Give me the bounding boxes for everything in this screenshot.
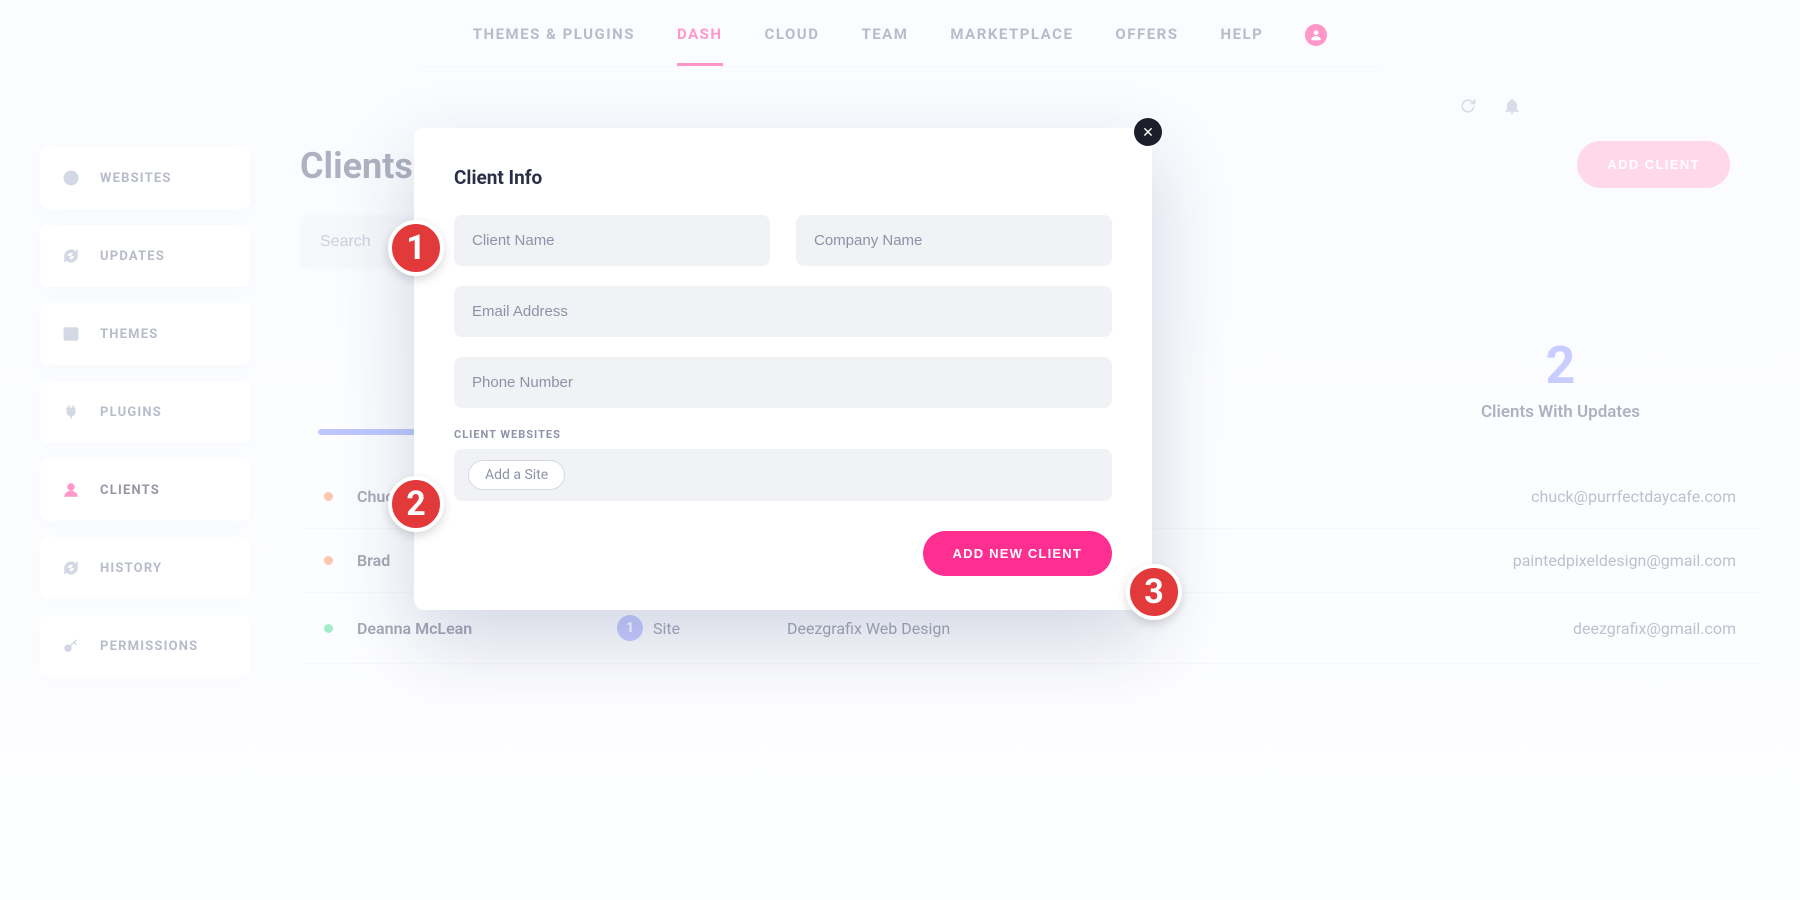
status-dot — [324, 492, 333, 501]
sidebar-item-label: UPDATES — [100, 249, 165, 264]
annotation-1: 1 — [388, 220, 444, 276]
sidebar-item-clients[interactable]: CLIENTS — [40, 459, 250, 521]
key-icon — [62, 637, 80, 655]
sidebar-item-permissions[interactable]: PERMISSIONS — [40, 615, 250, 677]
refresh-icon — [62, 247, 80, 265]
refresh-icon — [62, 559, 80, 577]
nav-marketplace[interactable]: MARKETPLACE — [950, 25, 1073, 66]
close-icon[interactable]: ✕ — [1134, 118, 1162, 146]
client-info-modal: ✕ Client Info CLIENT WEBSITES Add a Site… — [414, 128, 1152, 610]
nav-cloud[interactable]: CLOUD — [765, 25, 820, 66]
sidebar-item-websites[interactable]: WEBSITES — [40, 147, 250, 209]
client-company: Deezgrafix Web Design — [787, 619, 1127, 638]
nav-themes-plugins[interactable]: THEMES & PLUGINS — [473, 25, 635, 66]
sidebar-item-label: CLIENTS — [100, 483, 160, 498]
nav-team[interactable]: TEAM — [861, 25, 908, 66]
sidebar: WEBSITES UPDATES THEMES PLUGINS CLIENTS … — [40, 147, 250, 677]
window-icon — [62, 325, 80, 343]
sidebar-item-label: PERMISSIONS — [100, 639, 198, 654]
add-client-button[interactable]: ADD CLIENT — [1577, 141, 1730, 188]
sites-label: Site — [653, 619, 680, 638]
nav-help[interactable]: HELP — [1220, 25, 1263, 66]
client-email: deezgrafix@gmail.com — [1127, 619, 1736, 638]
nav-offers[interactable]: OFFERS — [1115, 25, 1178, 66]
stat-label: Clients With Updates — [1481, 402, 1640, 422]
add-site-button[interactable]: Add a Site — [468, 460, 565, 490]
sidebar-item-label: PLUGINS — [100, 405, 162, 420]
sidebar-item-label: WEBSITES — [100, 171, 172, 186]
header-icons — [1458, 96, 1522, 120]
sidebar-item-label: HISTORY — [100, 561, 162, 576]
sites-count-badge: 1 — [617, 615, 643, 641]
client-name-field[interactable] — [454, 215, 770, 266]
client-websites-label: CLIENT WEBSITES — [454, 428, 1112, 441]
annotation-3: 3 — [1126, 564, 1182, 620]
email-field[interactable] — [454, 286, 1112, 337]
client-name: Deanna McLean — [357, 619, 617, 638]
plug-icon — [62, 403, 80, 421]
company-name-field[interactable] — [796, 215, 1112, 266]
sidebar-item-history[interactable]: HISTORY — [40, 537, 250, 599]
user-icon — [62, 481, 80, 499]
globe-icon — [62, 169, 80, 187]
add-site-row: Add a Site — [454, 449, 1112, 501]
bell-icon[interactable] — [1502, 96, 1522, 120]
nav-dash[interactable]: DASH — [677, 25, 723, 66]
client-sites: 1 Site — [617, 615, 787, 641]
stat-number: 2 — [1481, 335, 1640, 396]
refresh-icon[interactable] — [1458, 96, 1478, 120]
phone-field[interactable] — [454, 357, 1112, 408]
status-dot — [324, 556, 333, 565]
sidebar-item-plugins[interactable]: PLUGINS — [40, 381, 250, 443]
sidebar-item-themes[interactable]: THEMES — [40, 303, 250, 365]
client-email: paintedpixeldesign@gmail.com — [1127, 551, 1736, 570]
client-email: chuck@purrfectdaycafe.com — [1127, 487, 1736, 506]
modal-title: Client Info — [454, 166, 1112, 189]
top-nav: THEMES & PLUGINS DASH CLOUD TEAM MARKETP… — [420, 0, 1380, 67]
user-avatar-icon[interactable] — [1305, 24, 1327, 46]
sidebar-item-label: THEMES — [100, 327, 158, 342]
status-dot — [324, 624, 333, 633]
add-new-client-button[interactable]: ADD NEW CLIENT — [923, 531, 1112, 576]
stat-clients-updates: 2 Clients With Updates — [1481, 335, 1640, 422]
sidebar-item-updates[interactable]: UPDATES — [40, 225, 250, 287]
annotation-2: 2 — [388, 476, 444, 532]
